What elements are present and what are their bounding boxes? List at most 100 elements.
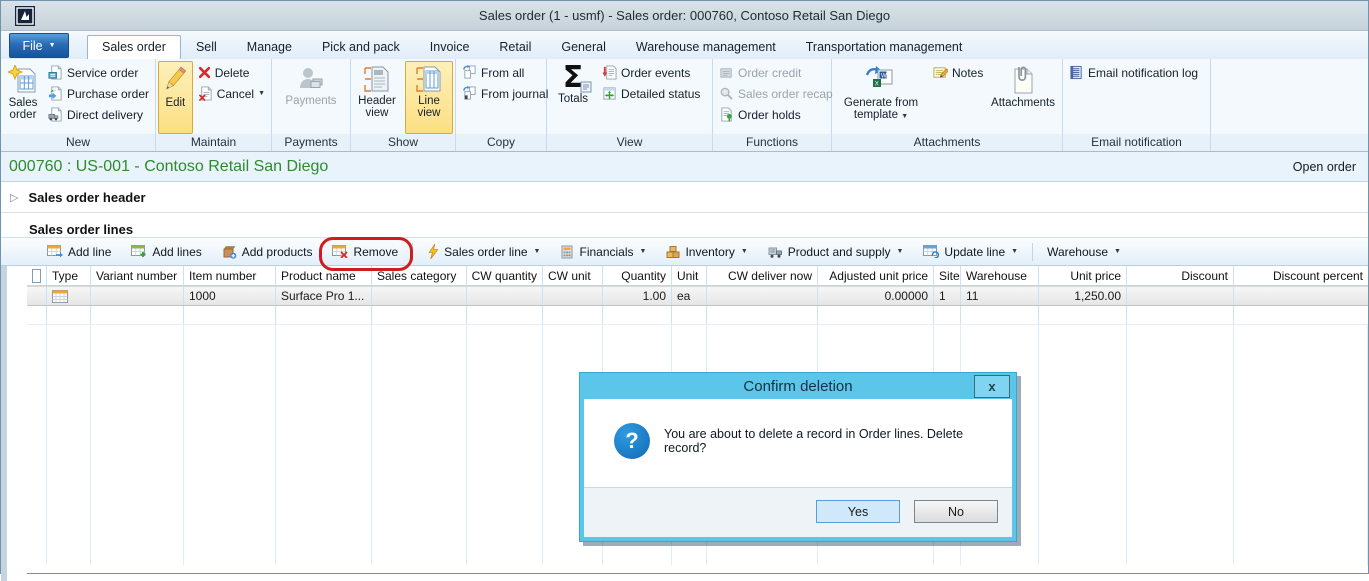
select-all-checkbox[interactable] <box>32 269 41 283</box>
cell-sales-category[interactable] <box>372 287 467 305</box>
product-and-supply-label: Product and supply <box>788 245 891 259</box>
svg-text:W: W <box>881 74 887 80</box>
tab-sell[interactable]: Sell <box>181 35 232 59</box>
update-line-menu[interactable]: Update line ▼ <box>913 238 1028 265</box>
financials-menu[interactable]: Financials ▼ <box>550 238 656 265</box>
col-adjusted-unit-price[interactable]: Adjusted unit price <box>818 266 934 285</box>
table-row[interactable]: 1000 Surface Pro 1... 1.00 ea 0.00000 1 … <box>27 286 1368 306</box>
dropdown-arrow-icon: ▼ <box>741 248 748 255</box>
col-discount[interactable]: Discount <box>1127 266 1234 285</box>
delete-label: Delete <box>215 66 250 80</box>
cell-product-name[interactable]: Surface Pro 1... <box>276 287 372 305</box>
cell-variant-number[interactable] <box>91 287 184 305</box>
cell-discount-percent[interactable] <box>1234 287 1368 305</box>
order-holds-button[interactable]: Order holds <box>715 104 837 125</box>
group-label-view: View <box>547 134 712 151</box>
header-view-button[interactable]: Header view <box>353 61 401 134</box>
line-view-button[interactable]: Line view <box>405 61 453 134</box>
sales-order-line-menu[interactable]: Sales order line ▼ <box>417 238 550 265</box>
col-warehouse[interactable]: Warehouse <box>961 266 1039 285</box>
col-type[interactable]: Type <box>47 266 91 285</box>
direct-delivery-button[interactable]: Direct delivery <box>44 104 153 125</box>
toolbar-separator <box>1032 243 1033 261</box>
tab-sales-order[interactable]: Sales order <box>87 35 181 59</box>
totals-button[interactable]: Σ Totals <box>549 61 597 134</box>
expander-icon[interactable]: ▷ <box>10 191 18 204</box>
detailed-status-button[interactable]: Detailed status <box>598 83 704 104</box>
col-sales-category[interactable]: Sales category <box>372 266 467 285</box>
ribbon: Sales order Service order Purchase order… <box>1 59 1368 152</box>
new-sales-order-label: Sales order <box>4 97 42 121</box>
col-unit[interactable]: Unit <box>672 266 707 285</box>
purchase-order-button[interactable]: Purchase order <box>44 83 153 104</box>
from-journal-button[interactable]: From journal <box>458 83 552 104</box>
delete-button[interactable]: Delete <box>194 62 269 83</box>
tab-invoice[interactable]: Invoice <box>415 35 485 59</box>
header-view-label: Header view <box>354 95 400 119</box>
tab-retail[interactable]: Retail <box>484 35 546 59</box>
empty-row[interactable] <box>27 306 1368 325</box>
col-item-number[interactable]: Item number <box>184 266 276 285</box>
notes-button[interactable]: Notes <box>929 62 985 83</box>
col-discount-percent[interactable]: Discount percent <box>1234 266 1368 285</box>
add-line-button[interactable]: Add line <box>37 238 121 265</box>
product-and-supply-menu[interactable]: Product and supply ▼ <box>758 238 914 265</box>
cell-cw-quantity[interactable] <box>467 287 543 305</box>
file-menu-button[interactable]: File ▼ <box>9 33 69 58</box>
order-events-button[interactable]: Order events <box>598 62 704 83</box>
tab-pick-and-pack[interactable]: Pick and pack <box>307 35 415 59</box>
cell-cw-unit[interactable] <box>543 287 603 305</box>
generate-from-template-button[interactable]: WX Generate from template ▼ <box>834 61 928 134</box>
ribbon-group-maintain: Edit Delete Cancel ▼ Maintain <box>156 59 272 151</box>
sales-order-lines-title: Sales order lines <box>29 222 133 237</box>
warehouse-menu[interactable]: Warehouse ▼ <box>1037 238 1131 265</box>
service-order-button[interactable]: Service order <box>44 62 153 83</box>
attachments-button[interactable]: Attachments <box>986 61 1060 134</box>
edit-button[interactable]: Edit <box>158 61 193 134</box>
sales-order-lines-section: Sales order lines <box>1 213 1368 237</box>
financials-label: Financials <box>579 245 633 259</box>
col-site[interactable]: Site <box>934 266 961 285</box>
cell-site[interactable]: 1 <box>934 287 961 305</box>
no-button[interactable]: No <box>914 500 998 523</box>
dropdown-arrow-icon: ▼ <box>258 90 265 97</box>
col-cw-quantity[interactable]: CW quantity <box>467 266 543 285</box>
remove-button[interactable]: Remove <box>322 238 408 265</box>
new-sales-order-button[interactable]: Sales order <box>3 61 43 134</box>
yes-button[interactable]: Yes <box>816 500 900 523</box>
tab-general[interactable]: General <box>546 35 620 59</box>
group-label-copy: Copy <box>456 134 546 151</box>
add-lines-button[interactable]: Add lines <box>121 238 211 265</box>
cell-discount[interactable] <box>1127 287 1234 305</box>
dropdown-arrow-icon: ▼ <box>901 113 908 120</box>
inventory-menu[interactable]: Inventory ▼ <box>656 238 757 265</box>
tab-manage[interactable]: Manage <box>232 35 307 59</box>
cancel-button[interactable]: Cancel ▼ <box>194 83 269 104</box>
tab-warehouse-management[interactable]: Warehouse management <box>621 35 791 59</box>
col-cw-unit[interactable]: CW unit <box>543 266 603 285</box>
col-unit-price[interactable]: Unit price <box>1039 266 1127 285</box>
close-icon[interactable]: x <box>974 375 1010 398</box>
col-quantity[interactable]: Quantity <box>603 266 672 285</box>
row-type-cell[interactable] <box>47 287 91 305</box>
cell-item-number[interactable]: 1000 <box>184 287 276 305</box>
generate-from-template-label: Generate from template ▼ <box>835 97 927 121</box>
grid-left-gap <box>7 266 27 581</box>
cell-unit[interactable]: ea <box>672 287 707 305</box>
col-variant-number[interactable]: Variant number <box>91 266 184 285</box>
cell-unit-price[interactable]: 1,250.00 <box>1039 287 1127 305</box>
cell-quantity[interactable]: 1.00 <box>603 287 672 305</box>
tab-transportation-management[interactable]: Transportation management <box>791 35 978 59</box>
row-select-cell[interactable] <box>27 287 47 305</box>
col-cw-deliver-now[interactable]: CW deliver now <box>707 266 818 285</box>
cell-cw-deliver-now[interactable] <box>707 287 818 305</box>
dialog-title: Confirm deletion <box>743 378 852 395</box>
email-notification-log-button[interactable]: Email notification log <box>1065 62 1202 83</box>
cell-warehouse[interactable]: 11 <box>961 287 1039 305</box>
from-all-button[interactable]: From all <box>458 62 552 83</box>
cell-adjusted-unit-price[interactable]: 0.00000 <box>818 287 934 305</box>
add-products-button[interactable]: Add products <box>212 238 323 265</box>
sales-order-header-title: Sales order header <box>28 190 145 205</box>
add-lines-label: Add lines <box>152 245 201 259</box>
col-product-name[interactable]: Product name <box>276 266 372 285</box>
